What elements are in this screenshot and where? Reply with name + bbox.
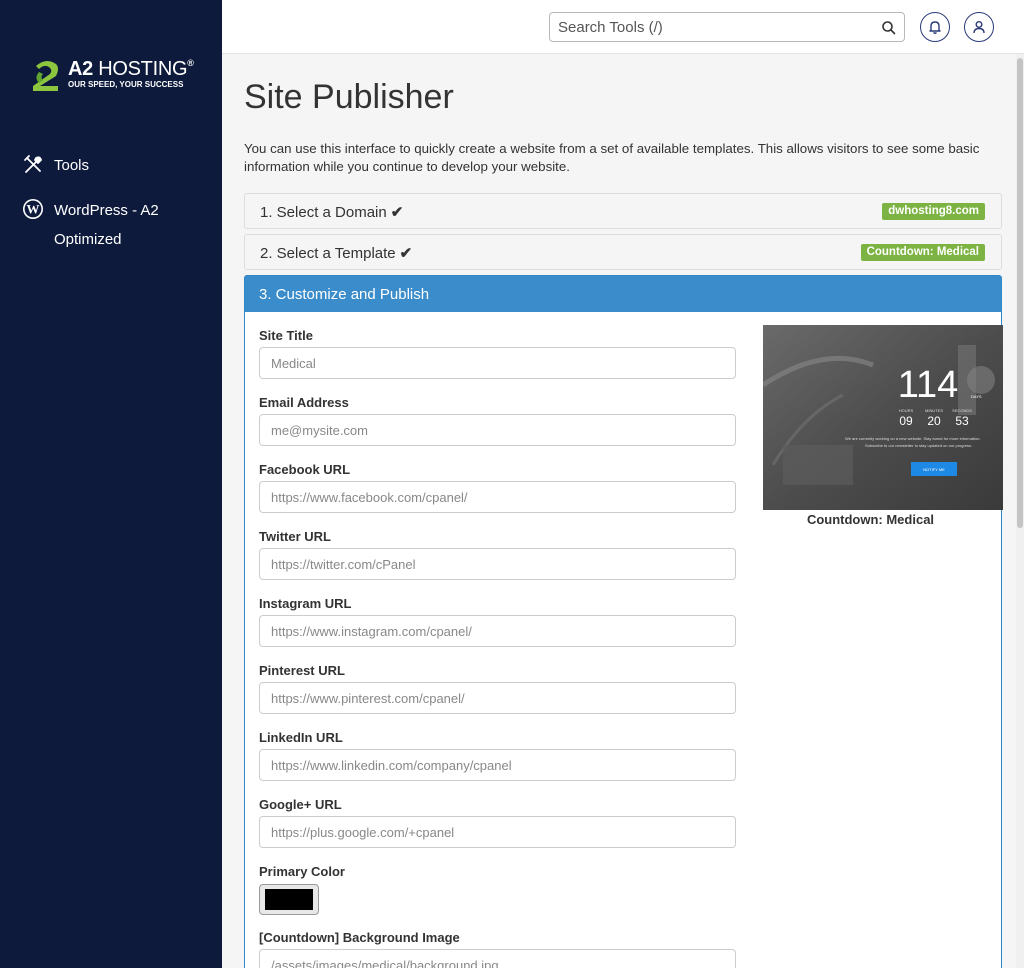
sidebar: A2 HOSTING® OUR SPEED, YOUR SUCCESS Tool… — [0, 0, 222, 968]
panel-title: 3. Customize and Publish — [259, 286, 430, 303]
facebook-url-input[interactable] — [259, 481, 736, 513]
linkedin-url-input[interactable] — [259, 749, 736, 781]
a2-hosting-logo[interactable]: A2 HOSTING® OUR SPEED, YOUR SUCCESS — [30, 56, 200, 92]
user-icon — [973, 21, 985, 34]
preview-minutes: 20 — [927, 414, 941, 428]
search-input[interactable] — [550, 13, 870, 41]
logo-tagline: OUR SPEED, YOUR SUCCESS — [68, 80, 184, 89]
selected-template-badge: Countdown: Medical — [860, 244, 985, 261]
bell-icon — [929, 21, 941, 34]
preview-artwork: 114 DAYS HOURS MINUTES SECONDS 09 20 53 … — [763, 325, 1003, 510]
preview-seconds: 53 — [955, 414, 969, 428]
page-scrollbar[interactable] — [1016, 54, 1024, 968]
user-menu-button[interactable] — [964, 12, 994, 42]
logo-wordmark: A2 HOSTING® — [68, 58, 194, 80]
instagram-url-input[interactable] — [259, 615, 736, 647]
site-title-label: Site Title — [259, 328, 313, 343]
primary-color-label: Primary Color — [259, 864, 345, 879]
site-title-input[interactable] — [259, 347, 736, 379]
twitter-url-input[interactable] — [259, 548, 736, 580]
search-icon[interactable] — [881, 20, 896, 35]
search-box — [549, 12, 905, 42]
selected-domain-badge: dwhosting8.com — [882, 203, 985, 220]
google-plus-url-input[interactable] — [259, 816, 736, 848]
instagram-url-label: Instagram URL — [259, 596, 352, 611]
panel-header[interactable]: 3. Customize and Publish — [245, 276, 1001, 312]
background-image-label: [Countdown] Background Image — [259, 930, 460, 945]
sidebar-item-label: Tools — [54, 156, 90, 174]
step-select-template[interactable]: 2. Select a Template ✔ Countdown: Medical — [244, 234, 1002, 270]
scrollbar-thumb[interactable] — [1017, 58, 1023, 528]
step-select-domain[interactable]: 1. Select a Domain ✔ dwhosting8.com — [244, 193, 1002, 229]
preview-seconds-label: SECONDS — [952, 408, 972, 413]
notifications-button[interactable] — [920, 12, 950, 42]
customize-publish-panel: 3. Customize and Publish Site Title Emai… — [244, 275, 1003, 968]
preview-hours-label: HOURS — [899, 408, 914, 413]
facebook-url-label: Facebook URL — [259, 462, 351, 477]
preview-minutes-label: MINUTES — [925, 408, 943, 413]
template-preview-caption: Countdown: Medical — [806, 512, 935, 527]
email-input[interactable] — [259, 414, 736, 446]
a2-logo-icon — [33, 60, 58, 91]
preview-message-1: We are currently working on a new websit… — [845, 436, 981, 441]
twitter-url-label: Twitter URL — [259, 529, 331, 544]
wordpress-icon: W — [23, 199, 43, 219]
checkmark-icon: ✔ — [390, 204, 404, 221]
preview-notify-label: NOTIFY ME — [923, 467, 945, 472]
primary-color-fill — [265, 889, 313, 910]
primary-color-picker[interactable] — [259, 884, 319, 915]
preview-message-2: Subscribe to our newsletter to stay upda… — [865, 443, 972, 448]
preview-days: 114 — [898, 364, 959, 406]
preview-hours: 09 — [899, 414, 913, 428]
top-header — [222, 0, 1024, 54]
page-description: You can use this interface to quickly cr… — [244, 141, 980, 174]
tools-icon — [24, 155, 42, 173]
step-title: 2. Select a Template ✔ — [260, 245, 413, 262]
svg-text:W: W — [27, 202, 40, 217]
background-image-input[interactable] — [259, 949, 736, 968]
linkedin-url-label: LinkedIn URL — [259, 730, 343, 745]
google-plus-url-label: Google+ URL — [259, 797, 342, 812]
email-label: Email Address — [259, 395, 349, 410]
template-preview-image: 114 DAYS HOURS MINUTES SECONDS 09 20 53 … — [763, 325, 1003, 510]
step-title: 1. Select a Domain ✔ — [260, 204, 404, 221]
page-title: Site Publisher — [244, 78, 454, 116]
pinterest-url-label: Pinterest URL — [259, 663, 345, 678]
preview-days-label: DAYS — [971, 394, 982, 399]
checkmark-icon: ✔ — [399, 245, 413, 262]
pinterest-url-input[interactable] — [259, 682, 736, 714]
sidebar-item-wordpress[interactable]: W WordPress - A2 Optimized — [22, 196, 212, 254]
sidebar-item-label: WordPress - A2 Optimized — [54, 202, 159, 248]
sidebar-item-tools[interactable]: Tools — [22, 154, 89, 176]
